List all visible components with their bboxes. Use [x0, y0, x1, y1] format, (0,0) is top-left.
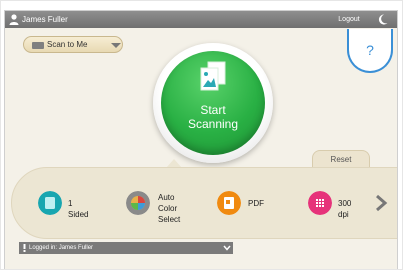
setting-sided-label: 1 Sided — [68, 199, 89, 219]
scan-destination-label: Scan to Me — [47, 40, 88, 49]
resolution-icon — [308, 191, 332, 215]
chevron-right-icon[interactable] — [374, 194, 388, 212]
start-scanning-button[interactable]: Start Scanning — [161, 51, 265, 155]
chevron-down-icon — [111, 43, 121, 48]
help-label: ? — [366, 42, 374, 58]
start-label-line2: Scanning — [187, 117, 239, 131]
user-name: James Fuller — [22, 15, 68, 24]
help-button[interactable]: ? — [347, 29, 393, 73]
setting-file-format-label: PDF — [248, 199, 264, 208]
scan-app-screen: James Fuller Logout Scan to Me ? Start S… — [4, 10, 398, 270]
file-format-icon — [217, 191, 241, 215]
logged-in-bar[interactable]: Logged in: James Fuller — [19, 242, 233, 254]
top-bar: James Fuller Logout — [5, 11, 397, 28]
color-mode-icon — [126, 191, 150, 215]
logged-in-text: Logged in: James Fuller — [29, 245, 94, 251]
settings-tray: 1 Sided Auto Color Select PDF 300 dpi — [11, 167, 397, 239]
reset-button[interactable]: Reset — [312, 150, 370, 168]
setting-resolution-label: 300 dpi — [338, 199, 352, 219]
sleep-mode-icon[interactable] — [377, 13, 389, 26]
alert-icon — [23, 244, 26, 252]
start-label-line1: Start — [200, 103, 226, 117]
setting-color-mode-line1: Auto Color — [158, 193, 178, 213]
setting-color-mode-line2: Select — [158, 215, 181, 224]
logout-button[interactable]: Logout — [333, 13, 365, 26]
setting-color-mode-label: Auto Color Select — [158, 192, 180, 225]
mail-icon — [32, 42, 44, 49]
documents-icon — [200, 61, 226, 91]
sided-icon — [38, 191, 62, 215]
user-icon — [9, 14, 19, 25]
chevron-down-icon — [223, 245, 231, 251]
scan-destination-dropdown[interactable]: Scan to Me — [23, 36, 123, 53]
